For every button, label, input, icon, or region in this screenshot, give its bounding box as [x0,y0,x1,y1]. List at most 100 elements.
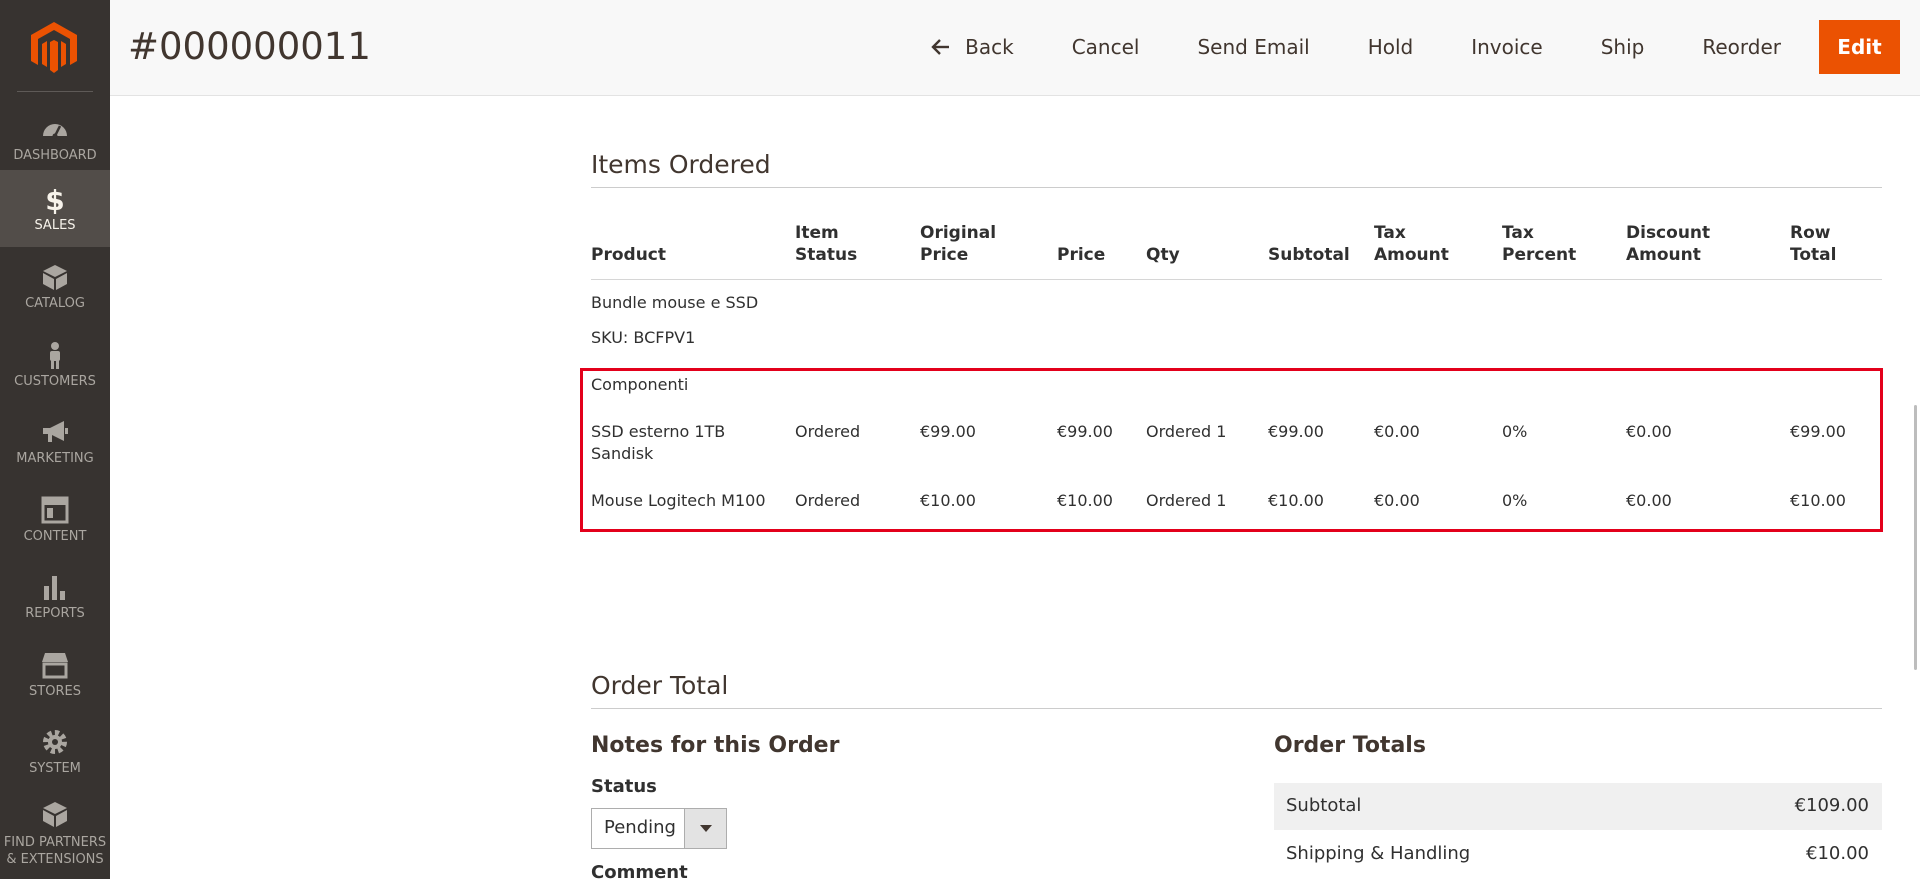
nav-label: SALES [34,218,76,233]
gear-icon [43,730,67,754]
comment-label: Comment [591,862,688,879]
page-scrollbar[interactable] [1914,405,1917,670]
section-divider [591,187,1882,188]
invoice-button[interactable]: Invoice [1471,35,1543,59]
nav-find-partners[interactable]: FIND PARTNERS & EXTENSIONS [0,790,110,879]
col-row-total-1: Row [1790,223,1831,243]
totals-row-subtotal: Subtotal €109.00 [1274,783,1882,830]
nav-reports[interactable]: REPORTS [0,558,110,635]
chevron-down-icon[interactable] [684,809,726,848]
status-select-value: Pending [604,817,676,838]
hold-button[interactable]: Hold [1368,35,1414,59]
nav-sales[interactable]: $ SALES [0,170,110,247]
row1-original-price: €99.00 [920,422,976,441]
row1-tax-percent: 0% [1502,422,1528,441]
table-header-divider [591,279,1882,280]
col-row-total-2: Total [1790,245,1837,265]
row2-discount: €0.00 [1626,491,1672,510]
page-actions: Back Cancel Send Email Hold Invoice Ship… [929,20,1900,74]
back-button[interactable]: Back [929,35,1014,59]
nav-system[interactable]: SYSTEM [0,713,110,790]
send-email-button[interactable]: Send Email [1197,35,1309,59]
col-discount-amount-2: Amount [1626,245,1701,265]
row2-price: €10.00 [1057,491,1113,510]
row2-tax-percent: 0% [1502,491,1528,510]
row1-subtotal: €99.00 [1268,422,1324,441]
nav-stores[interactable]: STORES [0,636,110,713]
bundle-sku: SKU: BCFPV1 [591,328,696,347]
cancel-button[interactable]: Cancel [1072,35,1140,59]
page-header: #000000011 Back Cancel Send Email Hold I… [110,0,1920,96]
col-price: Price [1057,245,1106,265]
row2-product-line1: Mouse Logitech M100 [591,491,766,510]
svg-text:$: $ [45,184,64,214]
row1-row-total: €99.00 [1790,422,1846,441]
order-totals-title: Order Totals [1274,733,1426,758]
totals-row-shipping: Shipping & Handling €10.00 [1274,831,1882,878]
col-item-status-1: Item [795,223,839,243]
arrow-left-icon [931,39,950,55]
row1-price: €99.00 [1057,422,1113,441]
nav-dashboard[interactable]: DASHBOARD [0,100,110,177]
nav-content[interactable]: CONTENT [0,481,110,558]
col-item-status-2: Status [795,245,858,265]
row2-tax-amount: €0.00 [1374,491,1420,510]
row2-row-total: €10.00 [1790,491,1846,510]
row1-qty: Ordered 1 [1146,422,1227,441]
admin-sidebar: DASHBOARD $ SALES CATALOG CUSTOMERS MARK [0,0,110,879]
nav-label: CONTENT [23,529,87,544]
row2-subtotal: €10.00 [1268,491,1324,510]
row2-status: Ordered [795,491,861,510]
dollar-icon: $ [45,184,64,214]
row1-product-line1: SSD esterno 1TB [591,422,726,441]
row1-discount: €0.00 [1626,422,1672,441]
totals-label: Shipping & Handling [1286,843,1471,864]
nav-marketing[interactable]: MARKETING [0,403,110,480]
nav-label: REPORTS [25,606,85,621]
layout-icon [41,496,69,524]
storefront-icon [42,653,68,679]
dashboard-icon [43,124,67,139]
section-divider [591,708,1882,709]
row1-status: Ordered [795,422,861,441]
col-tax-percent-1: Tax [1502,223,1534,243]
page-title: #000000011 [128,25,371,68]
nav-label: CUSTOMERS [14,374,96,389]
blocks-icon [43,802,67,827]
person-icon [50,342,60,369]
logo-separator [17,91,93,92]
col-tax-amount-1: Tax [1374,223,1406,243]
nav-label-line2: & EXTENSIONS [6,852,104,867]
row2-qty: Ordered 1 [1146,491,1227,510]
row2-original-price: €10.00 [920,491,976,510]
back-button-label: Back [965,35,1014,59]
cube-icon [43,265,67,290]
nav-label: DASHBOARD [13,148,97,163]
nav-catalog[interactable]: CATALOG [0,248,110,325]
row1-product-line2: Sandisk [591,444,654,463]
col-qty: Qty [1146,245,1180,265]
col-product: Product [591,245,666,265]
nav-label: SYSTEM [29,761,81,776]
nav-customers[interactable]: CUSTOMERS [0,326,110,403]
magento-logo-icon[interactable] [30,22,78,74]
nav-label: CATALOG [25,296,85,311]
nav-label: MARKETING [16,451,94,466]
col-tax-amount-2: Amount [1374,245,1449,265]
nav-label-line1: FIND PARTNERS [3,835,107,850]
totals-label: Subtotal [1286,795,1362,816]
ship-button[interactable]: Ship [1601,35,1645,59]
components-label: Componenti [591,375,689,394]
col-discount-amount-1: Discount [1626,223,1711,243]
col-tax-percent-2: Percent [1502,245,1577,265]
col-original-price-1: Original [920,223,997,243]
edit-button[interactable]: Edit [1819,20,1900,74]
nav-label: STORES [29,684,81,699]
status-select[interactable]: Pending [591,808,727,849]
col-original-price-2: Price [920,245,969,265]
reorder-button[interactable]: Reorder [1702,35,1781,59]
row1-tax-amount: €0.00 [1374,422,1420,441]
notes-title: Notes for this Order [591,733,840,758]
status-label: Status [591,776,657,797]
components-highlight-box [580,368,1883,532]
